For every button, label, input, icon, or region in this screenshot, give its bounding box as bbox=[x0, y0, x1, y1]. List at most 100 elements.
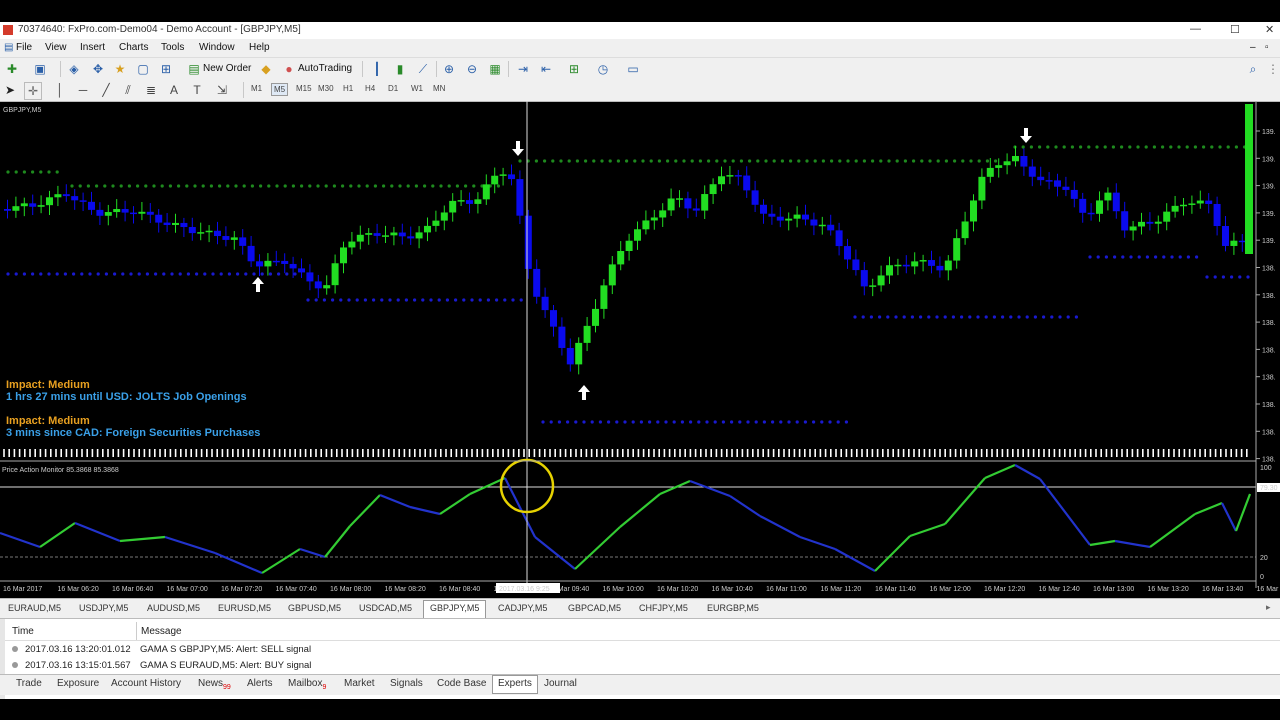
tab-news[interactable]: News99 bbox=[198, 678, 231, 691]
separator bbox=[243, 82, 244, 98]
menu-window[interactable]: Window bbox=[199, 42, 235, 53]
search-icon[interactable]: ⌕ bbox=[1245, 61, 1261, 77]
tab-code-base[interactable]: Code Base bbox=[437, 678, 486, 689]
table-row[interactable]: 2017.03.16 13:20:01.012 GAMA S GBPJPY,M5… bbox=[8, 642, 1268, 658]
column-header-message[interactable]: Message bbox=[141, 626, 182, 637]
level-dot bbox=[365, 184, 369, 188]
line-chart-icon[interactable]: ⟋ bbox=[415, 61, 431, 77]
new-order-icon[interactable]: ▤ bbox=[186, 61, 202, 77]
toolbar-options-icon[interactable]: ⋮ bbox=[1265, 61, 1280, 77]
level-dot bbox=[316, 184, 320, 188]
candle-body bbox=[449, 200, 457, 213]
fibonacci-icon[interactable]: ≣ bbox=[143, 82, 159, 98]
candle-body bbox=[281, 260, 289, 264]
zoom-in-icon[interactable]: ⊕ bbox=[441, 61, 457, 77]
minimize-icon[interactable]: — bbox=[1190, 23, 1201, 35]
menu-file[interactable]: File bbox=[16, 42, 32, 53]
candlestick-icon[interactable]: ▮ bbox=[392, 61, 408, 77]
chart-tab[interactable]: EURGBP,M5 bbox=[707, 603, 759, 613]
child-restore-icon[interactable]: ▫ bbox=[1265, 42, 1269, 53]
timeframe-m15[interactable]: M15 bbox=[294, 83, 314, 94]
tab-trade[interactable]: Trade bbox=[16, 678, 42, 689]
indicators-icon[interactable]: ⊞ bbox=[566, 61, 582, 77]
timeframe-m5[interactable]: M5 bbox=[271, 83, 289, 96]
timeframe-h4[interactable]: H4 bbox=[363, 83, 377, 94]
menu-help[interactable]: Help bbox=[249, 42, 270, 53]
chart-tab[interactable]: CHFJPY,M5 bbox=[639, 603, 688, 613]
chart-tab[interactable]: GBPUSD,M5 bbox=[288, 603, 341, 613]
chart-tab-active[interactable]: GBPJPY,M5 bbox=[423, 600, 487, 618]
price-chart[interactable]: 139. 139. 139. 139. 139. 138. 138. 138. 138. 138.… bbox=[0, 101, 1280, 598]
level-dot bbox=[314, 298, 318, 302]
autotrading-icon[interactable]: ● bbox=[281, 61, 297, 77]
level-dot bbox=[332, 184, 336, 188]
new-chart-icon[interactable]: ✚ bbox=[4, 61, 20, 77]
level-dot bbox=[437, 298, 441, 302]
bar-chart-icon[interactable]: ┃ bbox=[369, 61, 385, 77]
timeframe-m30[interactable]: M30 bbox=[316, 83, 336, 94]
tab-market[interactable]: Market bbox=[344, 678, 375, 689]
level-dot bbox=[6, 170, 10, 174]
chart-menu-icon[interactable]: ▤ bbox=[4, 42, 13, 53]
crosshair-icon[interactable]: ✛ bbox=[24, 82, 42, 100]
tab-journal[interactable]: Journal bbox=[544, 678, 577, 689]
level-dot bbox=[746, 420, 750, 424]
zoom-out-icon[interactable]: ⊖ bbox=[464, 61, 480, 77]
chart-tab[interactable]: CADJPY,M5 bbox=[498, 603, 547, 613]
favorites-icon[interactable]: ★ bbox=[112, 61, 128, 77]
chart-shift-icon[interactable]: ⇤ bbox=[538, 61, 554, 77]
table-row[interactable]: 2017.03.16 13:15:01.567 GAMA S EURAUD,M5… bbox=[8, 658, 1268, 674]
tab-scroll-right-icon[interactable]: ▸ bbox=[1266, 602, 1271, 613]
chart-tab[interactable]: EURAUD,M5 bbox=[8, 603, 61, 613]
chart-tab[interactable]: USDCAD,M5 bbox=[359, 603, 412, 613]
candle-body bbox=[1079, 198, 1087, 213]
timeframe-w1[interactable]: W1 bbox=[409, 83, 425, 94]
timeframe-m1[interactable]: M1 bbox=[249, 83, 264, 94]
timeframe-d1[interactable]: D1 bbox=[386, 83, 400, 94]
profiles-icon[interactable]: ▣ bbox=[32, 61, 48, 77]
chart-tab[interactable]: AUDUSD,M5 bbox=[147, 603, 200, 613]
chart-window[interactable]: 139. 139. 139. 139. 139. 138. 138. 138. 138. 138.… bbox=[0, 101, 1280, 598]
trendline-icon[interactable]: ╱ bbox=[98, 82, 114, 98]
menu-view[interactable]: View bbox=[45, 42, 67, 53]
text-icon[interactable]: A bbox=[166, 82, 182, 98]
cursor-icon[interactable]: ➤ bbox=[2, 82, 18, 98]
tile-windows-icon[interactable]: ▦ bbox=[487, 61, 503, 77]
new-order-button[interactable]: New Order bbox=[203, 63, 251, 74]
channel-icon[interactable]: ⫽ bbox=[120, 82, 136, 98]
periods-icon[interactable]: ◷ bbox=[595, 61, 611, 77]
timeframe-mn[interactable]: MN bbox=[431, 83, 447, 94]
horizontal-line-icon[interactable]: ─ bbox=[75, 82, 91, 98]
menu-insert[interactable]: Insert bbox=[80, 42, 105, 53]
terminal-icon[interactable]: ▢ bbox=[135, 61, 151, 77]
autotrading-button[interactable]: AutoTrading bbox=[298, 63, 352, 74]
news-impact-2: Impact: Medium bbox=[6, 415, 90, 427]
close-icon[interactable]: ✕ bbox=[1265, 23, 1274, 36]
auto-scroll-icon[interactable]: ⇥ bbox=[515, 61, 531, 77]
child-minimize-icon[interactable]: – bbox=[1250, 42, 1256, 53]
navigator-icon[interactable]: ✥ bbox=[90, 61, 106, 77]
strategy-tester-icon[interactable]: ⊞ bbox=[158, 61, 174, 77]
vertical-line-icon[interactable]: │ bbox=[52, 82, 68, 98]
market-watch-icon[interactable]: ◈ bbox=[66, 61, 82, 77]
tab-exposure[interactable]: Exposure bbox=[57, 678, 99, 689]
tab-account-history[interactable]: Account History bbox=[111, 678, 181, 689]
arrows-icon[interactable]: ⇲ bbox=[214, 82, 230, 98]
menu-charts[interactable]: Charts bbox=[119, 42, 148, 53]
tab-mailbox[interactable]: Mailbox9 bbox=[288, 678, 326, 691]
tab-alerts[interactable]: Alerts bbox=[247, 678, 273, 689]
price-tick-label: 139. bbox=[1262, 211, 1276, 218]
templates-icon[interactable]: ▭ bbox=[625, 61, 641, 77]
timeframe-h1[interactable]: H1 bbox=[341, 83, 355, 94]
metaeditor-icon[interactable]: ◆ bbox=[258, 61, 274, 77]
chart-tab[interactable]: EURUSD,M5 bbox=[218, 603, 271, 613]
text-label-icon[interactable]: T bbox=[189, 82, 205, 98]
chart-tab[interactable]: GBPCAD,M5 bbox=[568, 603, 621, 613]
maximize-icon[interactable]: ☐ bbox=[1230, 23, 1240, 36]
column-header-time[interactable]: Time bbox=[12, 626, 34, 637]
menu-tools[interactable]: Tools bbox=[161, 42, 184, 53]
tab-signals[interactable]: Signals bbox=[390, 678, 423, 689]
tab-experts[interactable]: Experts bbox=[492, 675, 538, 694]
chart-tab[interactable]: USDJPY,M5 bbox=[79, 603, 128, 613]
candle-body bbox=[692, 208, 700, 211]
